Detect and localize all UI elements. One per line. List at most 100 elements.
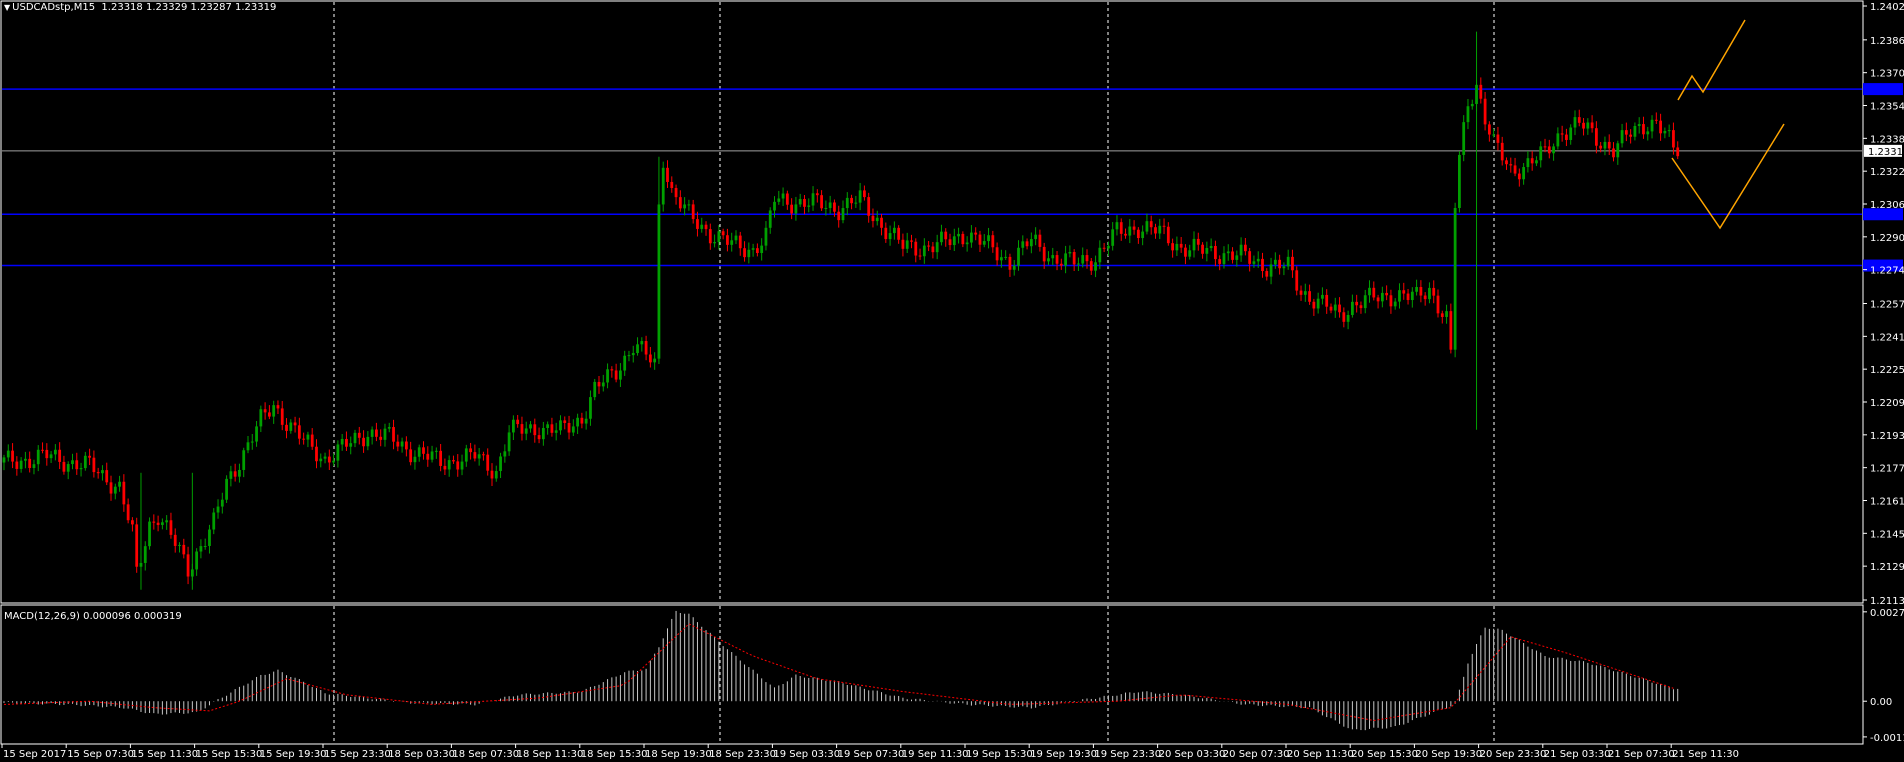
candle-body — [918, 255, 922, 257]
candle-body — [126, 504, 130, 521]
candle-body — [400, 441, 404, 447]
forecast-arrow-down[interactable] — [1671, 123, 1785, 230]
candle-body — [648, 354, 652, 363]
candle-body — [678, 197, 682, 209]
candle-body — [1299, 290, 1303, 295]
candle-body — [1376, 297, 1380, 302]
candle-body — [246, 442, 250, 451]
candle-body — [306, 434, 310, 440]
time-tick-label: 21 Sep 07:30 — [1608, 749, 1675, 760]
candle-body — [477, 454, 481, 459]
candle-body — [931, 246, 935, 253]
candle-body — [1346, 314, 1350, 322]
candle-body — [417, 447, 421, 457]
candle-body — [220, 499, 224, 507]
candle-body — [1085, 255, 1089, 262]
candle-body — [961, 233, 965, 245]
macd-histogram — [3, 610, 1679, 731]
price-tick-label: 1.21615 — [1870, 496, 1904, 507]
time-tick-label: 20 Sep 11:30 — [1287, 749, 1354, 760]
price-tick-label: 1.21775 — [1870, 464, 1904, 475]
candle-body — [263, 409, 267, 413]
candle-body — [1646, 131, 1650, 135]
time-tick-label: 20 Sep 07:30 — [1223, 749, 1290, 760]
candle-body — [1243, 244, 1247, 252]
candle-body — [148, 521, 151, 547]
candle-body — [850, 197, 853, 204]
candle-body — [1025, 241, 1029, 247]
candle-body — [666, 167, 669, 182]
candle-body — [272, 405, 276, 417]
candle-body — [229, 471, 233, 479]
candle-body — [396, 441, 400, 447]
candle-body — [203, 545, 207, 547]
candle-body — [1573, 117, 1577, 128]
forecast-arrow-up[interactable] — [1677, 19, 1746, 101]
candle-body — [927, 245, 931, 247]
price-tick-label: 1.24025 — [1870, 2, 1904, 13]
candle-body — [88, 455, 92, 458]
candle-body — [576, 417, 579, 427]
candle-body — [965, 242, 969, 245]
candle-body — [1089, 261, 1093, 271]
candle-body — [768, 210, 772, 228]
candle-body — [516, 419, 520, 425]
candle-body — [845, 197, 849, 209]
candle-body — [1171, 243, 1174, 251]
candle-body — [537, 435, 541, 440]
candle-body — [122, 481, 126, 505]
price-tick-label: 1.23380 — [1870, 134, 1904, 145]
candle-body — [1479, 84, 1483, 99]
price-tick-label: 1.21295 — [1870, 562, 1904, 573]
candle-body — [674, 187, 678, 198]
candle-body — [1184, 247, 1187, 257]
candle-body — [524, 428, 528, 434]
candle-body — [1539, 146, 1543, 161]
time-tick-label: 21 Sep 11:30 — [1672, 749, 1739, 760]
candle-body — [1248, 251, 1252, 264]
candle-body — [1556, 133, 1560, 147]
candle-body — [1188, 250, 1192, 257]
candle-body — [563, 420, 567, 424]
candle-body — [1256, 258, 1260, 262]
candle-body — [1145, 221, 1149, 232]
candle-body — [1410, 291, 1414, 301]
candle-body — [1201, 244, 1204, 254]
candle-body — [41, 449, 44, 451]
candle-body — [734, 235, 738, 241]
candle-body — [118, 481, 121, 487]
candle-body — [1513, 165, 1517, 174]
candle-body — [268, 412, 271, 417]
candle-body — [32, 464, 36, 468]
candle-body — [999, 257, 1003, 261]
candle-body — [1231, 251, 1234, 260]
candle-body — [1329, 306, 1333, 311]
candle-body — [152, 521, 156, 523]
candle-body — [1158, 225, 1162, 234]
candle-body — [160, 522, 164, 525]
time-tick-label: 21 Sep 03:30 — [1544, 749, 1611, 760]
forecast-arrows[interactable] — [1671, 19, 1785, 230]
candle-body — [1363, 295, 1367, 309]
candle-body — [1393, 301, 1397, 307]
candle-body — [464, 448, 468, 462]
candle-body — [1291, 256, 1294, 271]
candle-body — [349, 443, 353, 447]
candle-body — [362, 437, 365, 447]
candle-body — [1154, 227, 1157, 234]
candle-body — [79, 468, 83, 470]
price-chart[interactable]: 1.23319 1.24025 1.23860 1.23700 1.23540 1.23… — [0, 0, 1904, 762]
candle-body — [863, 190, 866, 198]
candle-body — [250, 441, 254, 443]
candle-body — [704, 224, 708, 230]
candle-body — [1149, 221, 1153, 228]
candle-body — [1068, 252, 1072, 254]
candle-body — [794, 204, 798, 214]
price-tick-label: 1.22095 — [1870, 398, 1904, 409]
candle-body — [1440, 313, 1444, 317]
candle-body — [798, 198, 802, 205]
candle-body — [387, 427, 391, 429]
candles — [2, 31, 1680, 590]
candle-body — [460, 461, 464, 470]
candle-body — [944, 231, 948, 240]
